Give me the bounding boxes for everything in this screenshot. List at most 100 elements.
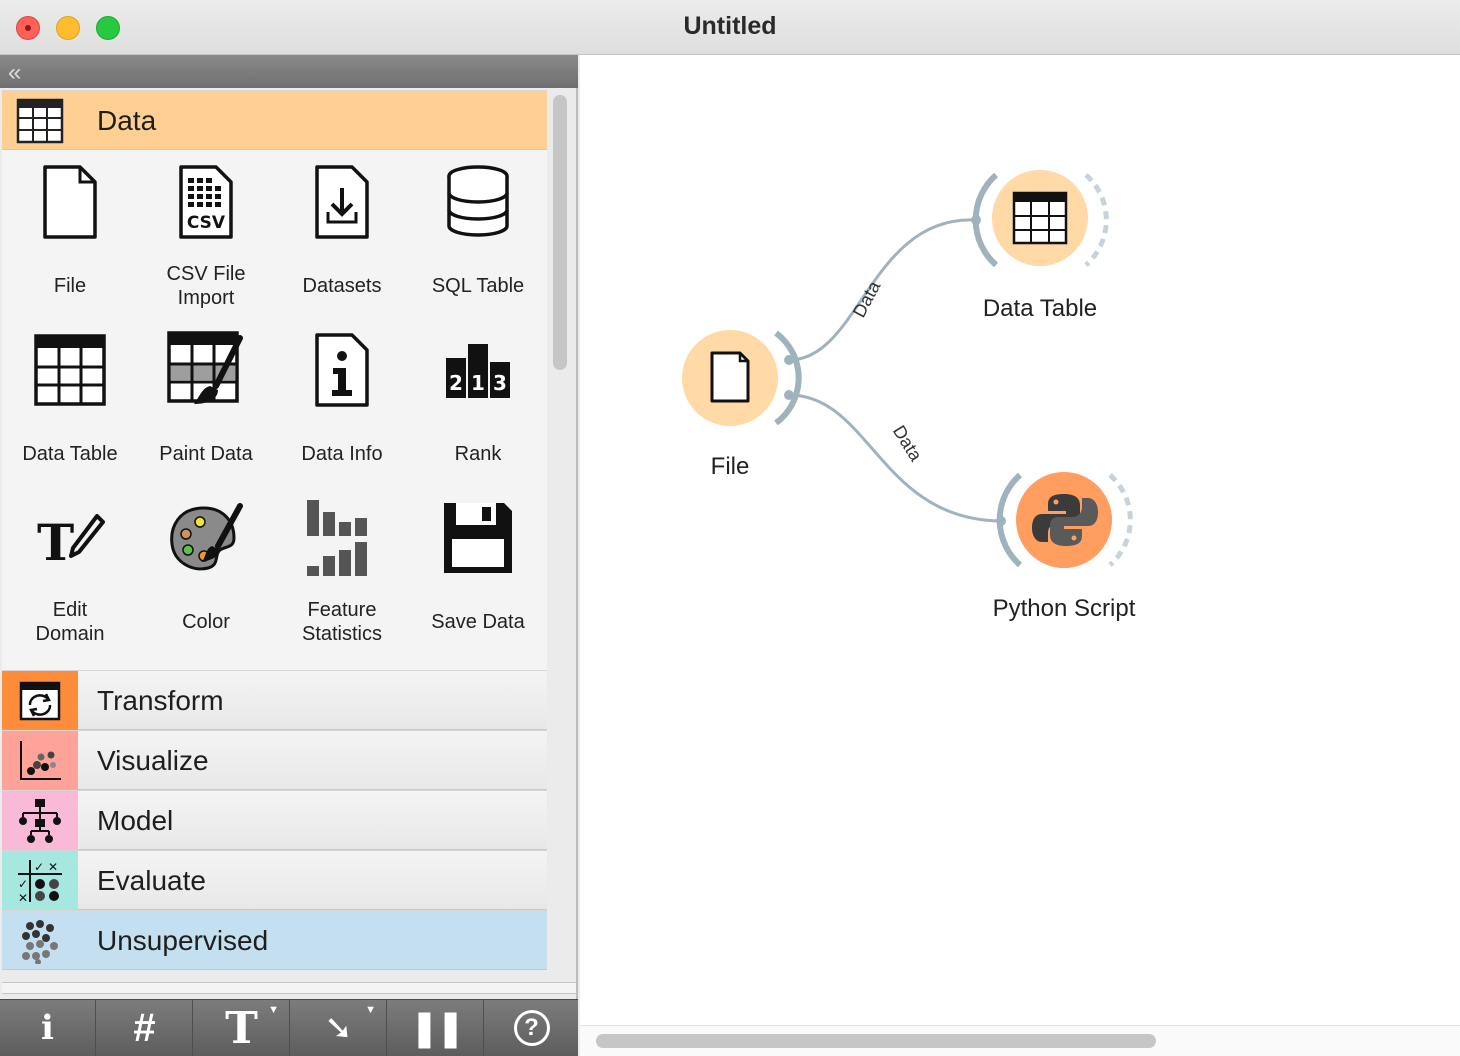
table-icon <box>1012 191 1068 245</box>
toolbar-separator <box>2 982 576 994</box>
category-transform[interactable]: Transform <box>2 670 547 730</box>
transform-icon <box>2 671 78 730</box>
widget-label: Rank <box>454 443 502 465</box>
info-icon <box>302 330 382 410</box>
info-button[interactable]: i <box>0 1000 96 1056</box>
category-visualize[interactable]: Visualize <box>2 730 547 790</box>
scatter-icon <box>2 731 78 790</box>
help-icon: ? <box>513 1010 550 1046</box>
window-title: Untitled <box>683 12 777 40</box>
datasets-icon <box>302 162 382 242</box>
svg-text:T: T <box>37 513 74 568</box>
text-icon: T <box>225 1002 258 1054</box>
workflow-graph <box>682 170 1133 568</box>
widget-label: Data Info <box>301 443 383 465</box>
category-label: Model <box>97 805 174 836</box>
node-label-python-script[interactable]: Python Script <box>964 595 1164 623</box>
collapse-bar[interactable]: « <box>0 55 578 88</box>
pause-icon: ❚❚ <box>409 1007 465 1048</box>
double-chevron-left-icon[interactable]: « <box>8 59 22 87</box>
widget-label: Paint Data <box>159 443 253 465</box>
grid-icon: # <box>133 1005 156 1050</box>
widget-sql-table[interactable]: SQL Table <box>410 152 546 312</box>
widget-label-line2: Domain <box>35 623 105 645</box>
text-annotation-button[interactable]: T ▼ <box>194 1000 290 1056</box>
tree-icon <box>2 791 78 850</box>
widget-toolbox-panel: « Data File CSV CSV File Import Datasets… <box>0 55 578 1056</box>
pause-button[interactable]: ❚❚ <box>388 1000 484 1056</box>
canvas-horizontal-scrollbar[interactable] <box>580 1025 1460 1056</box>
widget-file[interactable]: File <box>2 152 138 312</box>
category-data[interactable]: Data <box>2 90 547 150</box>
widget-label: Data Table <box>22 443 118 465</box>
help-button[interactable]: ? <box>485 1000 578 1056</box>
widget-edit-domain[interactable]: T Edit Domain <box>2 488 138 648</box>
table-icon <box>30 330 110 410</box>
link-file-to-python-script[interactable] <box>788 393 1002 523</box>
toolbox: Data File CSV CSV File Import Datasets S… <box>2 90 547 970</box>
svg-text:✓: ✓ <box>18 877 28 891</box>
category-label: Transform <box>97 685 224 716</box>
widget-label: SQL Table <box>431 275 525 297</box>
svg-text:✕: ✕ <box>18 891 28 904</box>
widget-label-line1: Feature <box>307 599 377 621</box>
category-label: Data <box>97 105 157 136</box>
category-label: Visualize <box>97 745 209 776</box>
widget-label-line2: Import <box>177 287 235 309</box>
database-icon <box>438 162 518 242</box>
csv-text: CSV <box>187 213 226 233</box>
widget-rank[interactable]: 2 1 3 Rank <box>410 320 546 480</box>
caret-down-icon: ▼ <box>365 1004 376 1016</box>
paint-icon <box>166 330 246 410</box>
widget-label-line1: Edit <box>52 599 88 621</box>
widget-csv-file-import[interactable]: CSV CSV File Import <box>138 152 274 312</box>
widget-data-table[interactable]: Data Table <box>2 320 138 480</box>
file-icon <box>710 351 750 403</box>
node-data-table-output-arc <box>1084 173 1109 267</box>
category-label: Evaluate <box>97 865 206 896</box>
arrow-annotation-button[interactable]: ➘ ▼ <box>291 1000 387 1056</box>
file-icon <box>30 162 110 242</box>
widget-label-line1: CSV File <box>166 263 246 285</box>
widget-paint-data[interactable]: Paint Data <box>138 320 274 480</box>
widget-data-info[interactable]: Data Info <box>274 320 410 480</box>
edit-domain-icon: T <box>30 498 110 578</box>
csv-icon: CSV <box>166 162 246 242</box>
widget-datasets[interactable]: Datasets <box>274 152 410 312</box>
widget-label: Color <box>182 611 230 633</box>
floppy-icon <box>438 498 518 578</box>
grid-button[interactable]: # <box>97 1000 193 1056</box>
data-table-icon <box>2 91 78 150</box>
category-unsupervised[interactable]: Unsupervised <box>2 910 547 970</box>
svg-text:✕: ✕ <box>48 860 58 874</box>
widget-color[interactable]: Color <box>138 488 274 648</box>
node-label-file[interactable]: File <box>680 453 780 481</box>
widget-label: File <box>53 275 87 297</box>
evaluate-icon: ✓ ✕ ✓ ✕ <box>2 851 78 910</box>
toolbox-scrollbar[interactable] <box>553 95 567 370</box>
rank-digit: 3 <box>493 371 507 395</box>
palette-icon <box>166 498 246 578</box>
info-icon: i <box>41 1008 54 1048</box>
widget-feature-statistics[interactable]: Feature Statistics <box>274 488 410 648</box>
node-file-output-arc <box>774 330 802 426</box>
cluster-icon <box>2 911 78 970</box>
node-python-script-output-arc <box>1108 473 1133 567</box>
scrollbar-thumb[interactable] <box>596 1034 1156 1048</box>
rank-digit: 2 <box>449 371 463 395</box>
node-label-data-table[interactable]: Data Table <box>950 295 1130 323</box>
bottom-toolbar: i # T ▼ ➘ ▼ ❚❚ ? <box>0 982 578 1056</box>
category-model[interactable]: Model <box>2 790 547 850</box>
bar-stats-icon <box>302 498 382 578</box>
caret-down-icon: ▼ <box>268 1004 279 1016</box>
svg-text:✓: ✓ <box>34 860 44 874</box>
widget-label: Save Data <box>431 611 525 633</box>
workflow-canvas[interactable]: Data Data File Data Table Python Script <box>580 55 1460 1056</box>
rank-digit: 1 <box>471 371 485 395</box>
arrow-icon: ➘ <box>324 1009 353 1047</box>
widget-label-line2: Statistics <box>301 623 383 645</box>
category-evaluate[interactable]: ✓ ✕ ✓ ✕ Evaluate <box>2 850 547 910</box>
title-bar: Untitled <box>0 0 1460 55</box>
widget-save-data[interactable]: Save Data <box>410 488 546 648</box>
rank-icon: 2 1 3 <box>438 330 518 410</box>
